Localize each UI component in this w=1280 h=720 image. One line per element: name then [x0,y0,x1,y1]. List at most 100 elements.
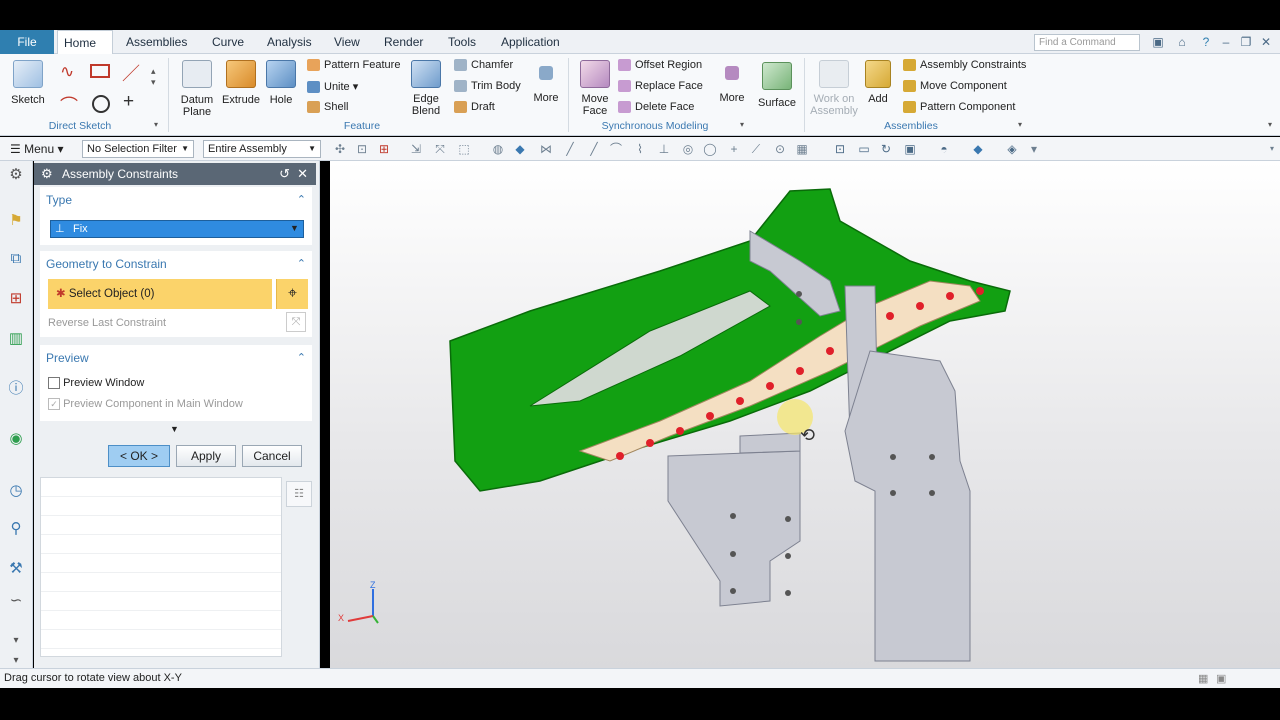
preview-window-checkbox[interactable] [48,377,60,390]
snap-icon[interactable]: ✣ [332,141,348,157]
snap-icon[interactable]: ⊙ [772,141,788,157]
tab-home[interactable]: Home [57,30,113,54]
delete-face-button[interactable]: Delete Face [618,101,694,114]
snap-icon[interactable]: ◆ [512,141,528,157]
shell-button[interactable]: Shell [307,101,348,114]
assembly-navigator-icon[interactable]: ⚑ [6,211,26,231]
file-tab[interactable]: File [0,30,54,54]
close-icon[interactable]: ✕ [297,163,308,185]
sketch-button[interactable]: Sketch [10,60,46,106]
snap-icon[interactable]: ▦ [794,141,810,157]
datum-plane-button[interactable]: Datum Plane [178,60,216,118]
constraint-list[interactable] [40,477,282,657]
constraint-type-select[interactable]: ⊥ Fix [50,220,304,238]
offset-region-button[interactable]: Offset Region [618,59,702,72]
line-icon[interactable]: ／ [122,60,140,86]
snap-icon[interactable]: ⋈ [538,141,554,157]
surface-button[interactable]: Surface [756,62,798,109]
minimize-icon[interactable]: – [1218,34,1234,50]
chevron-down-icon[interactable]: ▾ [1018,120,1022,129]
rectangle-icon[interactable] [90,64,110,78]
zoom-icon[interactable]: ▭ [856,141,872,157]
reverse-last-constraint[interactable]: Reverse Last Constraint [48,317,166,329]
status-icon[interactable]: ▦ [1198,670,1208,688]
snap-icon[interactable]: ⊥ [656,141,672,157]
constraint-navigator-icon[interactable]: ⧉ [6,249,26,269]
rotate-icon[interactable]: ↻ [878,141,894,157]
system-scene-icon[interactable]: ∽ [6,591,26,611]
apply-button[interactable]: Apply [176,445,236,467]
tab-curve[interactable]: Curve [206,30,250,54]
tab-tools[interactable]: Tools [442,30,482,54]
section-icon[interactable]: ◈ [1004,141,1020,157]
restore-icon[interactable]: ❐ [1238,34,1254,50]
reverse-icon[interactable]: ⤧ [286,312,306,332]
add-component-button[interactable]: Add [862,60,894,105]
process-studio-icon[interactable]: ⚲ [6,519,26,539]
history-icon[interactable]: ◷ [6,481,26,501]
scroll-arrows-icon[interactable]: ▾ ▾ [6,631,26,666]
draft-button[interactable]: Draft [454,101,495,114]
expand-more-icon[interactable]: ▼ [170,424,179,434]
home-icon[interactable]: ⌂ [1174,34,1190,50]
snap-icon[interactable]: ◯ [702,141,718,157]
edge-blend-button[interactable]: Edge Blend [406,60,446,117]
command-search-input[interactable]: Find a Command [1034,34,1140,51]
extrude-button[interactable]: Extrude [222,60,260,106]
type-section-header[interactable]: Type ⌃ [40,187,312,213]
snap-icon[interactable]: ⇲ [408,141,424,157]
crosshair-icon[interactable]: ⌖ [276,279,308,309]
settings-icon[interactable]: ⚙ [6,165,26,185]
select-object-field[interactable]: ✱ Select Object (0) [48,279,272,309]
chamfer-button[interactable]: Chamfer [454,59,513,72]
curve-icon[interactable]: ∿ [60,62,74,82]
snap-icon[interactable]: ◎ [680,141,696,157]
snap-icon[interactable]: ⤧ [432,141,448,157]
pattern-feature-button[interactable]: Pattern Feature [307,59,400,72]
more-sketch-icon[interactable]: ▴ ▾ [151,66,156,88]
reuse-library-icon[interactable]: ▥ [6,329,26,349]
preview-component-row[interactable]: ✓ Preview Component in Main Window [48,398,243,411]
chevron-down-icon[interactable]: ▾ [1026,141,1042,157]
snap-icon[interactable]: ⟋ [748,141,764,157]
ribbon-options-icon[interactable]: ▾ [1268,120,1272,129]
cancel-button[interactable]: Cancel [242,445,302,467]
collapse-icon[interactable]: ⌃ [297,351,306,364]
replace-face-button[interactable]: Replace Face [618,80,703,93]
collapse-icon[interactable]: ⌃ [297,257,306,270]
hole-button[interactable]: Hole [264,60,298,106]
preview-window-row[interactable]: Preview Window [48,377,144,390]
preview-component-checkbox[interactable]: ✓ [48,398,60,411]
tab-render[interactable]: Render [378,30,429,54]
view-orientation-icon[interactable]: ▣ [902,141,918,157]
snap-icon[interactable]: ╱ [562,141,578,157]
scope-dropdown[interactable]: Entire Assembly ▼ [203,140,321,158]
render-style-icon[interactable]: ◓ [936,141,952,157]
sync-more-button[interactable]: More [716,66,748,104]
info-icon[interactable]: ⓘ [6,379,26,399]
geometry-section-header[interactable]: Geometry to Constrain ⌃ [40,251,312,277]
chevron-down-icon[interactable]: ▾ [154,120,158,129]
move-face-button[interactable]: Move Face [578,60,612,117]
arc-icon[interactable]: ⌒ [60,92,78,118]
selection-filter-dropdown[interactable]: No Selection Filter ▼ [82,140,194,158]
toolbar-options-icon[interactable]: ▾ [1264,141,1280,157]
snap-icon[interactable]: + [726,141,742,157]
snap-icon[interactable]: ⌒ [608,141,624,157]
tab-view[interactable]: View [328,30,366,54]
gear-icon[interactable]: ⚙ [41,163,53,185]
snap-icon[interactable]: ◍ [490,141,506,157]
part-navigator-icon[interactable]: ⊞ [6,289,26,309]
menu-button[interactable]: ☰ Menu ▾ [10,140,64,158]
circle-icon[interactable] [92,95,110,113]
move-component-button[interactable]: Move Component [903,80,1007,93]
snap-icon[interactable]: ⌇ [632,141,648,157]
reset-icon[interactable]: ↺ [279,163,290,185]
point-icon[interactable]: + [123,91,134,113]
close-window-icon[interactable]: ✕ [1258,34,1274,50]
web-browser-icon[interactable]: ◉ [6,429,26,449]
trim-body-button[interactable]: Trim Body [454,80,521,93]
work-on-assembly-button[interactable]: Work on Assembly [810,60,858,117]
ok-button[interactable]: < OK > [108,445,170,467]
assembly-constraints-button[interactable]: Assembly Constraints [903,59,1026,72]
